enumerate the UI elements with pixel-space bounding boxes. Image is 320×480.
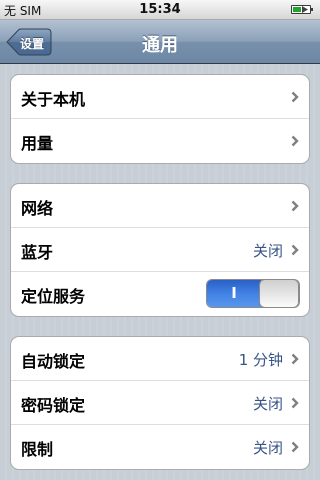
toggle-on-text: I xyxy=(231,284,237,302)
row-value: 1 分钟 xyxy=(238,351,283,369)
row-about[interactable]: 关于本机 xyxy=(11,75,309,119)
row-auto-lock[interactable]: 自动锁定 1 分钟 xyxy=(11,337,309,381)
toggle-knob[interactable] xyxy=(259,280,299,307)
chevron-right-icon xyxy=(291,397,299,409)
row-passcode-lock[interactable]: 密码锁定 关闭 xyxy=(11,381,309,425)
chevron-right-icon xyxy=(291,353,299,365)
battery-charging-icon xyxy=(291,5,313,14)
row-label: 限制 xyxy=(21,440,54,459)
status-bar: 无 SIM 15:34 xyxy=(0,0,320,20)
row-restrictions[interactable]: 限制 关闭 xyxy=(11,425,309,469)
row-label: 密码锁定 xyxy=(21,396,86,415)
row-label: 定位服务 xyxy=(21,287,86,306)
row-location-services: 定位服务 I xyxy=(11,272,309,316)
row-label: 用量 xyxy=(21,134,54,153)
row-label: 蓝牙 xyxy=(21,243,54,262)
row-bluetooth[interactable]: 蓝牙 关闭 xyxy=(11,228,309,272)
navigation-bar: 设置 通用 xyxy=(0,20,320,64)
row-value: 关闭 xyxy=(252,395,283,413)
chevron-right-icon xyxy=(291,441,299,453)
settings-group-security: 自动锁定 1 分钟 密码锁定 关闭 限制 关闭 xyxy=(10,336,310,470)
location-services-toggle[interactable]: I xyxy=(206,279,300,308)
settings-group-about: 关于本机 用量 xyxy=(10,74,310,164)
row-usage[interactable]: 用量 xyxy=(11,119,309,163)
chevron-right-icon xyxy=(291,135,299,147)
row-label: 关于本机 xyxy=(21,90,86,109)
settings-group-connectivity: 网络 蓝牙 关闭 定位服务 I xyxy=(10,183,310,317)
row-value: 关闭 xyxy=(252,242,283,260)
chevron-right-icon xyxy=(291,200,299,212)
status-time: 15:34 xyxy=(139,2,181,17)
page-title: 通用 xyxy=(142,35,178,56)
row-value: 关闭 xyxy=(252,439,283,457)
row-network[interactable]: 网络 xyxy=(11,184,309,228)
chevron-right-icon xyxy=(291,244,299,256)
row-label: 网络 xyxy=(21,199,54,218)
row-label: 自动锁定 xyxy=(21,352,86,371)
chevron-right-icon xyxy=(291,91,299,103)
